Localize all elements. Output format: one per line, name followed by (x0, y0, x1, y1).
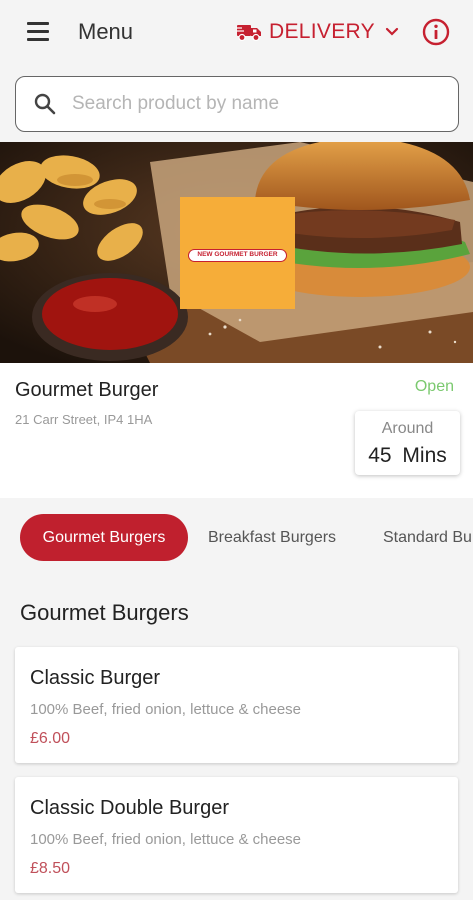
eta-value: 45 Mins (368, 444, 447, 467)
store-name: Gourmet Burger (15, 379, 159, 401)
order-mode-dropdown[interactable]: DELIVERY (236, 17, 399, 47)
order-mode-label: DELIVERY (269, 20, 375, 43)
menu-label: Menu (78, 19, 134, 44)
product-price: £6.00 (30, 730, 71, 747)
search-input[interactable] (72, 89, 442, 119)
category-tabs: Gourmet Burgers Breakfast Burgers Standa… (0, 498, 473, 578)
store-info-panel: Gourmet Burger 21 Carr Street, IP4 1HA O… (0, 363, 473, 498)
logo-text: NEW GOURMET BURGER (197, 251, 278, 258)
product-card[interactable]: Classic Double Burger 100% Beef, fried o… (15, 777, 458, 893)
delivery-eta-box: Around 45 Mins (355, 411, 460, 475)
product-card[interactable]: Classic Burger 100% Beef, fried onion, l… (15, 647, 458, 763)
tab-standard-burgers[interactable]: Standard Burgers (383, 514, 473, 561)
section-title: Gourmet Burgers (20, 600, 189, 625)
store-status-badge: Open (414, 378, 454, 395)
store-address: 21 Carr Street, IP4 1HA (15, 412, 153, 427)
truck-icon (236, 25, 261, 42)
product-description: 100% Beef, fried onion, lettuce & cheese (30, 701, 302, 718)
eta-label: Around (381, 420, 434, 437)
tab-gourmet-burgers[interactable]: Gourmet Burgers (20, 514, 188, 561)
info-icon[interactable] (422, 18, 450, 46)
chevron-down-icon (385, 27, 399, 36)
search-bar[interactable] (15, 76, 459, 132)
product-description: 100% Beef, fried onion, lettuce & cheese (30, 831, 302, 848)
hamburger-icon[interactable] (27, 22, 51, 42)
search-icon (34, 93, 56, 115)
top-bar: Menu DELIVERY (0, 0, 473, 64)
product-price: £8.50 (30, 860, 71, 877)
product-name: Classic Burger (30, 667, 161, 689)
store-logo: NEW GOURMET BURGER (180, 197, 295, 309)
product-name: Classic Double Burger (30, 797, 229, 819)
tab-breakfast-burgers[interactable]: Breakfast Burgers (208, 514, 336, 561)
